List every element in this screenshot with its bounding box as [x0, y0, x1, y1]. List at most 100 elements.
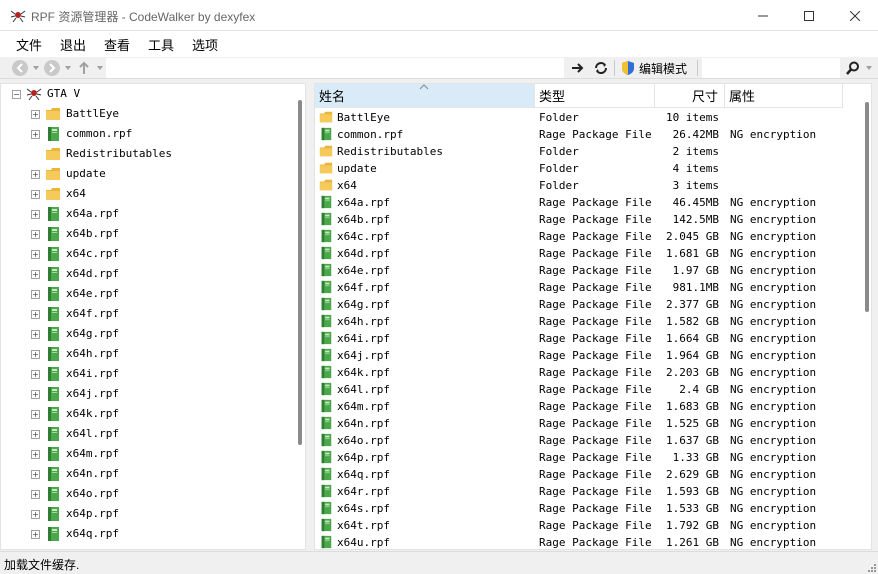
tree-item[interactable]: + x64e.rpf	[1, 284, 291, 304]
list-row[interactable]: x64p.rpf Rage Package File 1.33 GB NG encry…	[315, 449, 855, 466]
tree-item[interactable]: + x64	[1, 184, 291, 204]
expand-icon[interactable]: +	[31, 510, 40, 519]
list-row[interactable]: x64t.rpf Rage Package File 1.792 GB NG encr…	[315, 517, 855, 534]
tree-item[interactable]: + x64q.rpf	[1, 524, 291, 544]
list-row[interactable]: update Folder 4 items	[315, 160, 855, 177]
menu-options[interactable]: 选项	[190, 35, 220, 54]
forward-dropdown-icon[interactable]	[65, 66, 71, 70]
list-row[interactable]: common.rpf Rage Package File 26.42MB NG enc…	[315, 126, 855, 143]
list-row[interactable]: x64i.rpf Rage Package File 1.664 GB NG encr…	[315, 330, 855, 347]
menu-tools[interactable]: 工具	[146, 35, 176, 54]
column-header-attributes[interactable]: 属性	[725, 84, 843, 108]
expand-icon[interactable]: +	[31, 210, 40, 219]
maximize-button[interactable]	[786, 0, 832, 31]
expand-icon[interactable]: +	[31, 270, 40, 279]
tree-item[interactable]: + BattlEye	[1, 104, 291, 124]
list-row[interactable]: x64j.rpf Rage Package File 1.964 GB NG encr…	[315, 347, 855, 364]
tree-item[interactable]: + update	[1, 164, 291, 184]
list-row[interactable]: x64u.rpf Rage Package File 1.261 GB NG encr…	[315, 534, 855, 549]
tree-item[interactable]: + x64m.rpf	[1, 444, 291, 464]
list-row[interactable]: x64l.rpf Rage Package File 2.4 GB NG encryp…	[315, 381, 855, 398]
list-row[interactable]: x64s.rpf Rage Package File 1.533 GB NG encr…	[315, 500, 855, 517]
back-dropdown-icon[interactable]	[33, 66, 39, 70]
expand-icon[interactable]: +	[31, 530, 40, 539]
list-row[interactable]: x64a.rpf Rage Package File 46.45MB NG encry…	[315, 194, 855, 211]
up-dropdown-icon[interactable]	[97, 66, 103, 70]
column-header-size[interactable]: 尺寸	[655, 84, 725, 108]
expand-icon[interactable]: +	[31, 110, 40, 119]
minimize-button[interactable]	[740, 0, 786, 31]
expand-icon[interactable]: +	[31, 250, 40, 259]
list-row[interactable]: x64k.rpf Rage Package File 2.203 GB NG encr…	[315, 364, 855, 381]
tree-item[interactable]: + x64a.rpf	[1, 204, 291, 224]
expand-icon[interactable]: +	[31, 410, 40, 419]
expand-icon[interactable]: +	[31, 310, 40, 319]
expand-icon[interactable]: +	[31, 350, 40, 359]
list-row[interactable]: x64h.rpf Rage Package File 1.582 GB NG encr…	[315, 313, 855, 330]
tree-item[interactable]: + x64o.rpf	[1, 484, 291, 504]
list-scrollbar[interactable]	[863, 84, 871, 549]
tree-item[interactable]: + x64b.rpf	[1, 224, 291, 244]
close-button[interactable]	[832, 0, 878, 31]
list-row[interactable]: x64e.rpf Rage Package File 1.97 GB NG encry…	[315, 262, 855, 279]
menu-view[interactable]: 查看	[102, 35, 132, 54]
list-row[interactable]: x64n.rpf Rage Package File 1.525 GB NG encr…	[315, 415, 855, 432]
list-row[interactable]: x64o.rpf Rage Package File 1.637 GB NG encr…	[315, 432, 855, 449]
edit-mode-button[interactable]: 编辑模式	[620, 59, 687, 77]
expand-icon[interactable]: +	[31, 490, 40, 499]
tree-item[interactable]: Redistributables	[1, 144, 291, 164]
list-row[interactable]: x64d.rpf Rage Package File 1.681 GB NG encr…	[315, 245, 855, 262]
list-row[interactable]: x64g.rpf Rage Package File 2.377 GB NG encr…	[315, 296, 855, 313]
tree-pane[interactable]: − GTA V + BattlEye + common.rpf Redistributa…	[0, 83, 306, 550]
pane-splitter[interactable]	[306, 83, 314, 550]
tree-item[interactable]: + x64d.rpf	[1, 264, 291, 284]
list-row[interactable]: x64b.rpf Rage Package File 142.5MB NG encry…	[315, 211, 855, 228]
tree-item[interactable]: + common.rpf	[1, 124, 291, 144]
expand-icon[interactable]: +	[31, 470, 40, 479]
search-button[interactable]	[846, 59, 860, 77]
tree-root[interactable]: − GTA V	[1, 84, 291, 104]
expand-icon[interactable]: +	[31, 190, 40, 199]
list-row[interactable]: x64f.rpf Rage Package File 981.1MB NG encry…	[315, 279, 855, 296]
tree-item[interactable]: + x64j.rpf	[1, 384, 291, 404]
list-scrollbar-thumb[interactable]	[865, 102, 869, 312]
search-dropdown-icon[interactable]	[866, 66, 872, 70]
list-row[interactable]: x64m.rpf Rage Package File 1.683 GB NG encr…	[315, 398, 855, 415]
tree-item[interactable]: + x64l.rpf	[1, 424, 291, 444]
menu-exit[interactable]: 退出	[58, 35, 88, 54]
tree-item[interactable]: + x64f.rpf	[1, 304, 291, 324]
tree-scrollbar-thumb[interactable]	[298, 100, 302, 445]
collapse-icon[interactable]: −	[12, 90, 21, 99]
resize-grip-icon[interactable]	[866, 562, 876, 572]
column-header-type[interactable]: 类型	[535, 84, 655, 108]
path-input[interactable]	[106, 58, 564, 78]
tree-item[interactable]: + x64g.rpf	[1, 324, 291, 344]
tree-item[interactable]: + x64p.rpf	[1, 504, 291, 524]
list-row[interactable]: x64c.rpf Rage Package File 2.045 GB NG encr…	[315, 228, 855, 245]
expand-icon[interactable]: +	[31, 450, 40, 459]
refresh-button[interactable]	[593, 59, 609, 77]
expand-icon[interactable]: +	[31, 130, 40, 139]
expand-icon[interactable]: +	[31, 330, 40, 339]
tree-item[interactable]: + x64c.rpf	[1, 244, 291, 264]
file-list[interactable]: 姓名 类型 尺寸 属性 BattlEye Folder 10 items common…	[314, 83, 872, 550]
expand-icon[interactable]: +	[31, 290, 40, 299]
up-button[interactable]	[78, 59, 90, 77]
expand-icon[interactable]: +	[31, 170, 40, 179]
menu-file[interactable]: 文件	[14, 35, 44, 54]
back-button[interactable]	[12, 60, 28, 76]
go-button[interactable]	[570, 59, 584, 77]
list-row[interactable]: Redistributables Folder 2 items	[315, 143, 855, 160]
search-input[interactable]	[702, 58, 840, 78]
expand-icon[interactable]: +	[31, 370, 40, 379]
tree-item[interactable]: + x64h.rpf	[1, 344, 291, 364]
forward-button[interactable]	[44, 60, 60, 76]
expand-icon[interactable]: +	[31, 230, 40, 239]
tree-item[interactable]: + x64n.rpf	[1, 464, 291, 484]
list-row[interactable]: x64q.rpf Rage Package File 2.629 GB NG encr…	[315, 466, 855, 483]
list-row[interactable]: BattlEye Folder 10 items	[315, 109, 855, 126]
list-row[interactable]: x64r.rpf Rage Package File 1.593 GB NG encr…	[315, 483, 855, 500]
tree-item[interactable]: + x64i.rpf	[1, 364, 291, 384]
list-row[interactable]: x64 Folder 3 items	[315, 177, 855, 194]
tree-item[interactable]: + x64k.rpf	[1, 404, 291, 424]
